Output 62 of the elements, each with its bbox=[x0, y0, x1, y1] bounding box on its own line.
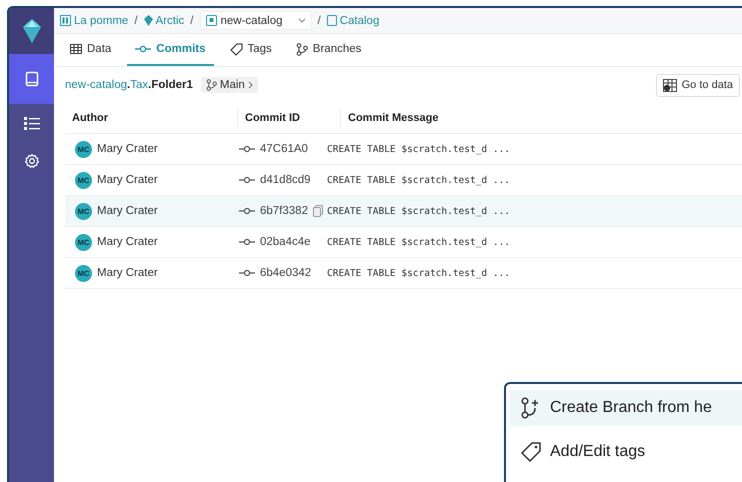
menu-item[interactable]: Add/Edit tags bbox=[510, 434, 742, 470]
column-header: Commit Message bbox=[347, 111, 440, 126]
catalog-select[interactable]: new-catalog bbox=[200, 11, 312, 30]
commit-message: CREATE TABLE $scratch.test_d ... bbox=[327, 268, 510, 278]
commit-id: 47C61A0 bbox=[260, 143, 308, 155]
commit-icon bbox=[239, 207, 255, 215]
author-name: Mary Crater bbox=[97, 174, 158, 186]
commit-message: CREATE TABLE $scratch.test_d ... bbox=[327, 206, 510, 216]
branch-icon bbox=[296, 42, 308, 56]
column-header: Author bbox=[65, 108, 238, 128]
breadcrumb-separator: / bbox=[134, 14, 138, 26]
catalog-icon bbox=[206, 15, 216, 26]
copy-icon[interactable] bbox=[312, 205, 323, 217]
tag-icon bbox=[520, 441, 542, 463]
tab[interactable]: Branches bbox=[288, 34, 370, 66]
breadcrumb-link[interactable]: Arctic bbox=[144, 14, 184, 26]
list-icon bbox=[24, 116, 40, 130]
grid-icon bbox=[70, 44, 82, 54]
breadcrumb-link[interactable]: La pomme bbox=[60, 14, 128, 26]
author-name: Mary Crater bbox=[97, 143, 158, 155]
commit-message: CREATE TABLE $scratch.test_d ... bbox=[327, 144, 510, 154]
breadcrumb-separator: / bbox=[318, 14, 321, 26]
tab[interactable]: Tags bbox=[222, 34, 280, 66]
menu-item[interactable]: Create Branch from he bbox=[510, 390, 742, 426]
crystal-logo-icon bbox=[20, 18, 42, 44]
commit-message: CREATE TABLE $scratch.test_d ... bbox=[327, 236, 510, 248]
commit-icon bbox=[239, 238, 255, 246]
path-separator: . bbox=[148, 79, 152, 91]
sidebar-item[interactable] bbox=[9, 54, 54, 104]
commit-message: CREATE TABLE $scratch.test_d ... bbox=[327, 174, 510, 186]
commit-id: 6b7f3382 bbox=[260, 205, 308, 217]
commit-icon bbox=[135, 45, 152, 53]
table-icon bbox=[662, 78, 677, 92]
commit-id: 02ba4c4e bbox=[260, 236, 311, 248]
author-name: Mary Crater bbox=[97, 236, 158, 248]
chevron-right-icon bbox=[248, 81, 253, 89]
path-link[interactable]: Folder1 bbox=[151, 79, 193, 91]
author-name: Mary Crater bbox=[97, 205, 158, 217]
branch-chip[interactable]: Main bbox=[200, 77, 258, 93]
page-icon bbox=[326, 15, 337, 26]
commit-icon bbox=[239, 145, 255, 153]
chevron-down-icon bbox=[298, 18, 306, 23]
commit-id: 6b4e0342 bbox=[260, 267, 312, 279]
commit-icon bbox=[239, 176, 255, 184]
building-icon bbox=[60, 15, 71, 26]
tag-icon bbox=[230, 42, 242, 56]
settings-icon bbox=[24, 153, 40, 169]
crystal-icon bbox=[144, 15, 153, 26]
author-name: Mary Crater bbox=[97, 267, 158, 279]
path-link[interactable]: Tax bbox=[130, 79, 148, 91]
commit-icon bbox=[239, 269, 255, 277]
tab[interactable]: Commits bbox=[127, 34, 214, 66]
column-header: Commit ID bbox=[238, 108, 341, 128]
path-separator: . bbox=[127, 79, 130, 91]
breadcrumb-separator: / bbox=[190, 14, 194, 26]
go-to-data-button[interactable]: Go to data bbox=[656, 74, 740, 96]
path-link[interactable]: new-catalog bbox=[65, 79, 128, 91]
breadcrumb-link[interactable]: Catalog bbox=[326, 14, 380, 26]
commit-id: d41d8cd9 bbox=[260, 174, 311, 186]
branch-icon bbox=[206, 79, 217, 91]
tab[interactable]: Data bbox=[62, 34, 120, 66]
book-icon bbox=[24, 71, 38, 87]
